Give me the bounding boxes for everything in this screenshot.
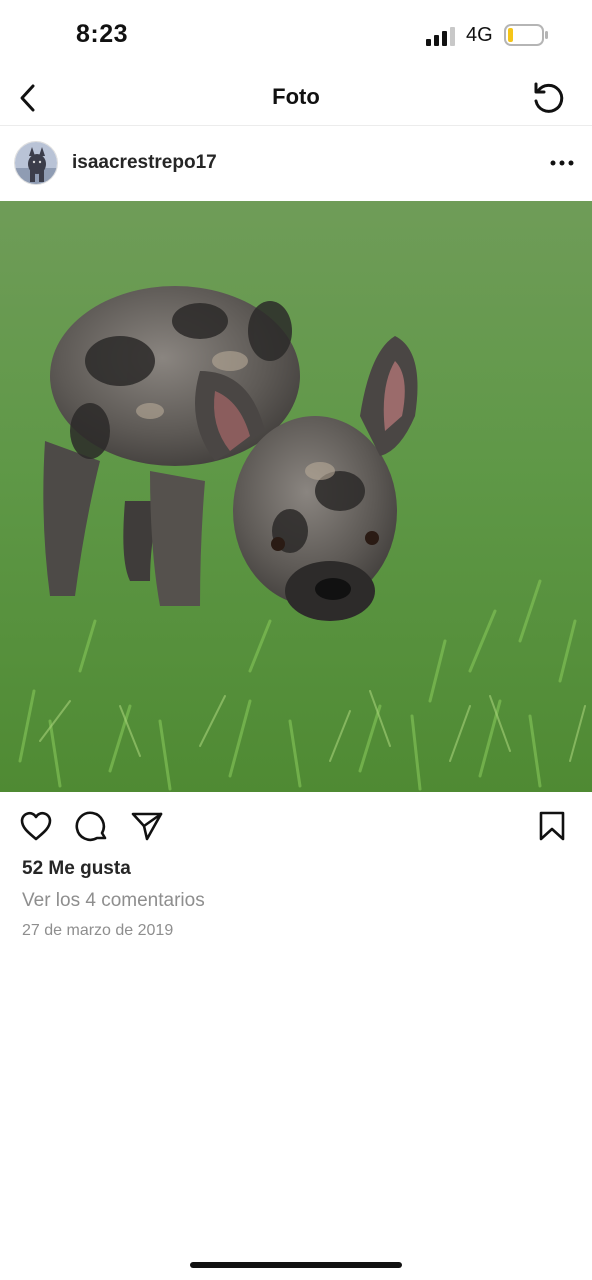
send-icon: [131, 812, 163, 841]
post-date: 27 de marzo de 2019: [22, 922, 174, 939]
page-title: Foto: [272, 84, 320, 109]
post-photo[interactable]: [0, 201, 592, 792]
like-button[interactable]: [16, 806, 56, 846]
battery-icon: [504, 24, 548, 46]
heart-icon: [20, 811, 52, 841]
post-header: isaacrestrepo17: [0, 127, 592, 201]
status-time: 8:23: [76, 20, 129, 48]
comment-icon: [75, 811, 107, 842]
bookmark-icon: [539, 811, 565, 841]
post-username[interactable]: isaacrestrepo17: [72, 152, 217, 174]
more-options-button[interactable]: [546, 149, 578, 177]
dog-photo: [0, 201, 592, 792]
home-indicator[interactable]: [190, 1262, 402, 1268]
avatar[interactable]: [14, 141, 58, 185]
cellular-signal-icon: [426, 27, 455, 46]
post-actions: [0, 798, 592, 854]
share-button[interactable]: [127, 806, 167, 846]
more-horizontal-icon: [550, 160, 574, 166]
nav-header: Foto: [0, 70, 592, 126]
likes-count[interactable]: 52 Me gusta: [22, 858, 131, 880]
status-bar: 8:23 4G: [0, 0, 592, 70]
refresh-button[interactable]: [526, 76, 570, 120]
rotate-ccw-icon: [534, 82, 564, 113]
view-comments-link[interactable]: Ver los 4 comentarios: [22, 890, 205, 912]
comment-button[interactable]: [72, 806, 112, 846]
avatar-image: [15, 142, 57, 184]
save-button[interactable]: [532, 806, 572, 846]
network-type: 4G: [466, 24, 493, 46]
